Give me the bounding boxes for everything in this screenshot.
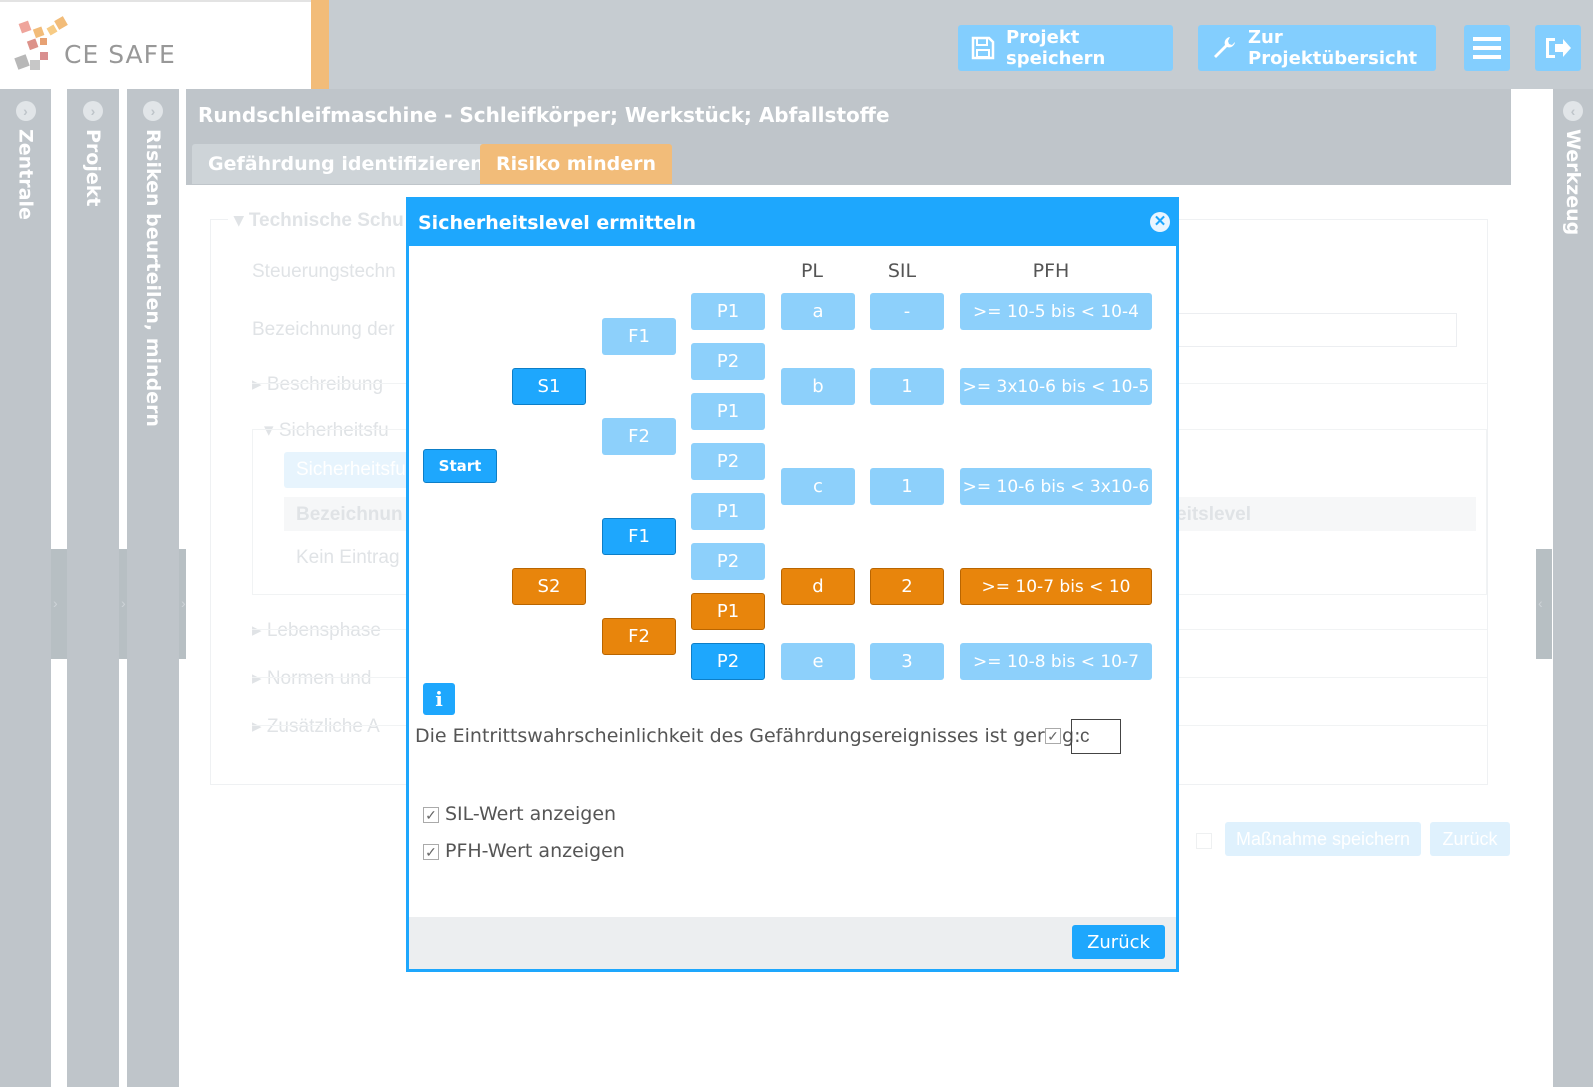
pl-node-selected[interactable]: d: [781, 568, 855, 605]
sil-node-selected[interactable]: 2: [870, 568, 944, 605]
pl-node[interactable]: a: [781, 293, 855, 330]
pfh-node[interactable]: >= 10-6 bis < 3x10-6: [960, 468, 1152, 505]
dialog-back-button[interactable]: Zurück: [1072, 925, 1165, 959]
pl-node[interactable]: e: [781, 643, 855, 680]
pl-node[interactable]: b: [781, 368, 855, 405]
dialog-title: Sicherheitslevel ermitteln: [418, 212, 697, 234]
sil-checkbox[interactable]: ✓: [423, 807, 439, 823]
probability-checkbox[interactable]: ✓: [1045, 728, 1061, 744]
pfh-node-selected[interactable]: >= 10-7 bis < 10: [960, 568, 1152, 605]
start-node[interactable]: Start: [423, 449, 497, 483]
col-pl-header: PL: [800, 260, 824, 282]
sil-node[interactable]: 1: [870, 368, 944, 405]
probability-input[interactable]: c: [1071, 719, 1121, 754]
pfh-checkbox-label: PFH-Wert anzeigen: [445, 840, 625, 862]
pfh-node[interactable]: >= 10-5 bis < 10-4: [960, 293, 1152, 330]
sil-node[interactable]: 3: [870, 643, 944, 680]
p-node[interactable]: P1: [691, 593, 765, 630]
dialog-header: Sicherheitslevel ermitteln ✕: [409, 200, 1176, 246]
sil-checkbox-label: SIL-Wert anzeigen: [445, 803, 617, 825]
f2-bottom-node[interactable]: F2: [602, 618, 676, 655]
col-sil-header: SIL: [887, 260, 917, 282]
close-icon[interactable]: ✕: [1150, 212, 1170, 232]
pl-node[interactable]: c: [781, 468, 855, 505]
p-node[interactable]: P2: [691, 543, 765, 580]
dialog-footer: Zurück: [409, 917, 1176, 969]
pfh-node[interactable]: >= 3x10-6 bis < 10-5: [960, 368, 1152, 405]
probability-text: Die Eintrittswahrscheinlichkeit des Gefä…: [415, 725, 1081, 747]
p-node[interactable]: P1: [691, 293, 765, 330]
pfh-node[interactable]: >= 10-8 bis < 10-7: [960, 643, 1152, 680]
sil-node[interactable]: -: [870, 293, 944, 330]
s2-node[interactable]: S2: [512, 568, 586, 605]
p-node[interactable]: P2: [691, 443, 765, 480]
f1-bottom-node[interactable]: F1: [602, 518, 676, 555]
p-node[interactable]: P1: [691, 493, 765, 530]
p-node[interactable]: P1: [691, 393, 765, 430]
info-icon[interactable]: i: [423, 683, 455, 715]
sil-node[interactable]: 1: [870, 468, 944, 505]
p-node[interactable]: P2: [691, 343, 765, 380]
s1-node[interactable]: S1: [512, 368, 586, 405]
f1-top-node[interactable]: F1: [602, 318, 676, 355]
p-node[interactable]: P2: [691, 643, 765, 680]
safety-level-dialog: Sicherheitslevel ermitteln ✕ PL SIL PFH …: [406, 197, 1179, 972]
col-pfh-header: PFH: [1032, 260, 1070, 282]
pfh-checkbox[interactable]: ✓: [423, 844, 439, 860]
f2-top-node[interactable]: F2: [602, 418, 676, 455]
